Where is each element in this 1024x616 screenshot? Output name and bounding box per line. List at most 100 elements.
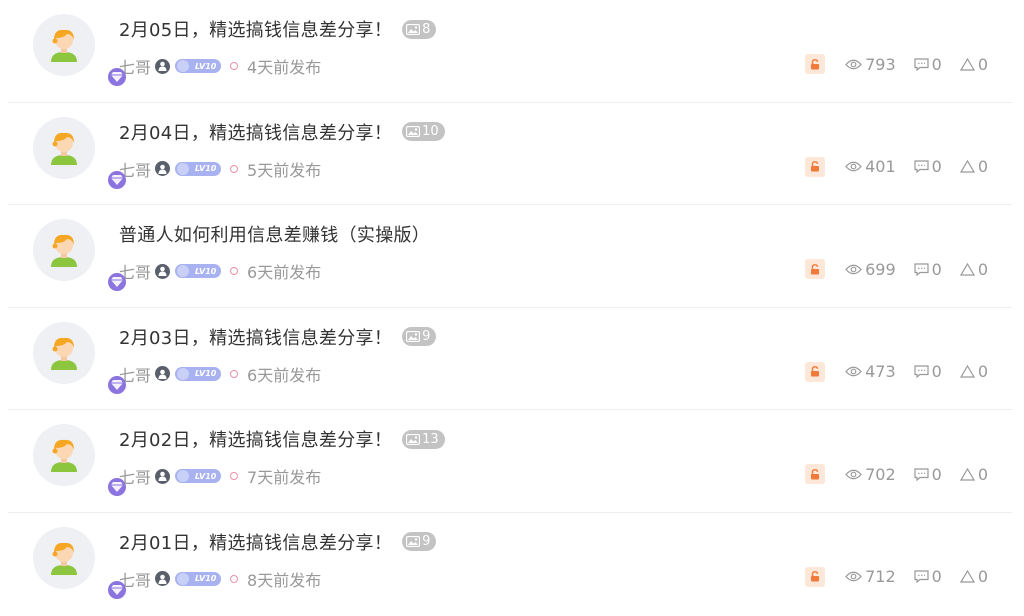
image-count-badge: 13: [402, 429, 445, 449]
list-item[interactable]: 2月04日，精选搞钱信息差分享！ 10 七哥 LV10 5天前发布 401 0 …: [0, 103, 1024, 206]
lock-icon: [805, 566, 826, 587]
image-count: 9: [422, 329, 431, 344]
user-role-icon: [155, 366, 171, 381]
eye-icon: [845, 161, 862, 172]
list-item[interactable]: 2月02日，精选搞钱信息差分享！ 13 七哥 LV10 7天前发布 702 0 …: [0, 410, 1024, 513]
author-name[interactable]: 七哥: [119, 259, 151, 283]
likes-stat: 0: [959, 55, 988, 74]
image-icon: [406, 23, 421, 35]
lock-icon: [805, 464, 826, 484]
post-title[interactable]: 2月04日，精选搞钱信息差分享！: [119, 119, 392, 145]
comments-stat: 0: [914, 362, 942, 381]
user-role-icon: [155, 571, 171, 586]
comments-stat: 0: [914, 157, 942, 176]
publish-time: 6天前发布: [247, 263, 322, 282]
image-count: 10: [422, 124, 439, 139]
avatar-face-icon: [51, 542, 77, 575]
avatar-face-icon: [51, 29, 77, 62]
triangle-icon: [959, 57, 975, 71]
avatar-face-icon: [51, 337, 77, 370]
list-item[interactable]: 普通人如何利用信息差赚钱（实操版） 七哥 LV10 6天前发布 699 0 0: [0, 205, 1024, 308]
user-role-icon: [155, 58, 171, 74]
publish-time: 4天前发布: [247, 58, 322, 77]
triangle-icon: [959, 570, 975, 583]
image-icon: [406, 536, 421, 547]
image-count-badge: 9: [402, 532, 437, 551]
eye-icon: [845, 469, 862, 479]
views-stat: 401: [845, 157, 896, 176]
avatar[interactable]: [33, 116, 128, 191]
post-title[interactable]: 2月03日，精选搞钱信息差分享！: [119, 324, 392, 350]
image-count-badge: 10: [402, 122, 445, 141]
image-count: 9: [422, 534, 431, 549]
list-item[interactable]: 2月01日，精选搞钱信息差分享！ 9 七哥 LV10 8天前发布 712 0 0: [0, 513, 1024, 616]
time-dot-icon: [230, 164, 239, 173]
eye-icon: [845, 366, 862, 377]
lock-icon: [805, 259, 826, 279]
author-name[interactable]: 七哥: [119, 54, 151, 78]
post-list: 2月05日，精选搞钱信息差分享！ 8 七哥 LV10 4天前发布 793 0 0: [0, 0, 1024, 615]
comment-icon: [914, 365, 929, 378]
image-icon: [406, 331, 421, 342]
triangle-icon: [959, 160, 975, 173]
user-role-icon: [155, 468, 171, 484]
level-badge: LV10: [175, 571, 222, 586]
time-dot-icon: [230, 62, 239, 70]
author-name[interactable]: 七哥: [119, 157, 151, 181]
publish-time: 5天前发布: [247, 160, 322, 180]
publish-time: 7天前发布: [247, 468, 322, 487]
avatar[interactable]: [33, 526, 128, 601]
image-count: 8: [422, 21, 431, 37]
image-count: 13: [422, 431, 439, 447]
avatar[interactable]: [33, 321, 128, 396]
lock-icon: [805, 54, 826, 74]
views-stat: 702: [845, 465, 896, 484]
post-title[interactable]: 2月02日，精选搞钱信息差分享！: [119, 426, 392, 452]
avatar-face-icon: [51, 439, 77, 472]
publish-time: 8天前发布: [247, 570, 322, 590]
avatar-face-icon: [51, 234, 77, 267]
lock-icon: [805, 156, 826, 177]
views-stat: 473: [845, 362, 896, 381]
image-count-badge: 9: [402, 327, 437, 346]
likes-stat: 0: [959, 567, 988, 586]
comment-icon: [914, 160, 929, 173]
level-badge: LV10: [175, 469, 222, 483]
time-dot-icon: [230, 267, 239, 275]
likes-stat: 0: [959, 260, 988, 279]
time-dot-icon: [230, 574, 239, 583]
post-title[interactable]: 2月05日，精选搞钱信息差分享！: [119, 16, 392, 42]
post-title[interactable]: 2月01日，精选搞钱信息差分享！: [119, 529, 392, 555]
avatar[interactable]: [33, 219, 128, 293]
eye-icon: [845, 59, 862, 69]
list-item[interactable]: 2月05日，精选搞钱信息差分享！ 8 七哥 LV10 4天前发布 793 0 0: [0, 0, 1024, 103]
eye-icon: [845, 264, 862, 274]
triangle-icon: [959, 467, 975, 481]
level-badge: LV10: [175, 366, 222, 381]
avatar[interactable]: [33, 424, 128, 498]
image-icon: [406, 126, 421, 137]
publish-time: 6天前发布: [247, 365, 322, 385]
time-dot-icon: [230, 369, 239, 378]
user-role-icon: [155, 161, 171, 176]
list-item[interactable]: 2月03日，精选搞钱信息差分享！ 9 七哥 LV10 6天前发布 473 0 0: [0, 308, 1024, 411]
views-stat: 793: [845, 55, 896, 74]
comment-icon: [914, 57, 929, 71]
views-stat: 699: [845, 260, 896, 279]
author-name[interactable]: 七哥: [119, 567, 151, 591]
triangle-icon: [959, 365, 975, 378]
author-name[interactable]: 七哥: [119, 464, 151, 488]
comments-stat: 0: [914, 260, 942, 279]
avatar[interactable]: [33, 14, 128, 88]
time-dot-icon: [230, 472, 239, 480]
lock-icon: [805, 361, 826, 382]
level-badge: LV10: [175, 264, 222, 278]
avatar-face-icon: [51, 132, 77, 165]
author-name[interactable]: 七哥: [119, 362, 151, 386]
post-title[interactable]: 普通人如何利用信息差赚钱（实操版）: [119, 221, 430, 247]
level-badge: LV10: [175, 161, 222, 176]
eye-icon: [845, 571, 862, 582]
comments-stat: 0: [914, 567, 942, 586]
likes-stat: 0: [959, 362, 988, 381]
level-badge: LV10: [175, 59, 222, 73]
